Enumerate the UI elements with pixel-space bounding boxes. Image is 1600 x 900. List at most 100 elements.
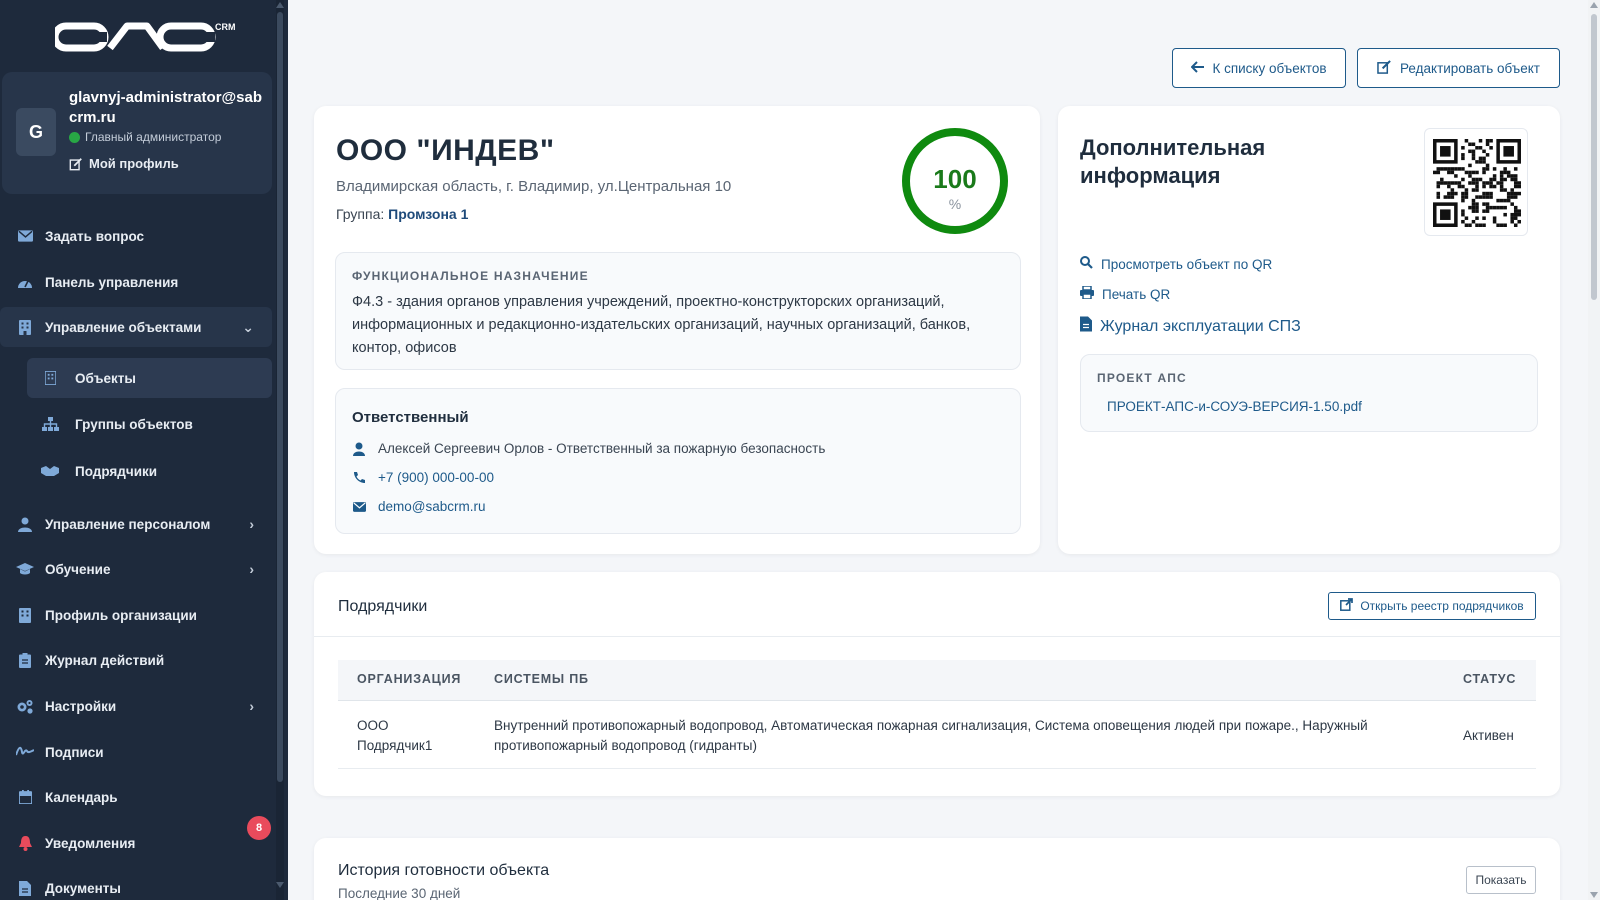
cogs-icon xyxy=(14,699,36,714)
chevron-down-icon: ⌄ xyxy=(242,318,254,335)
arrow-left-icon xyxy=(1191,60,1205,76)
user-card: G glavnyj-administrator@sabcrm.ru Главны… xyxy=(2,72,272,194)
scrollbar-thumb[interactable] xyxy=(277,12,283,782)
column-header-status[interactable]: СТАТУС xyxy=(1463,672,1516,686)
print-icon xyxy=(1080,285,1094,302)
nav-label: Профиль организации xyxy=(45,607,197,623)
calendar-icon xyxy=(14,790,36,804)
nav-ask-question[interactable]: Задать вопрос xyxy=(0,216,272,256)
nav-label: Панель управления xyxy=(45,274,179,290)
nav-label: Управление персоналом xyxy=(45,516,211,532)
project-aps-box: Проект АПС ПРОЕКТ-АПС-и-СОУЭ-ВЕРСИЯ-1.50… xyxy=(1080,354,1538,432)
nav-objects[interactable]: Объекты xyxy=(27,358,272,398)
responsible-email-link[interactable]: demo@sabcrm.ru xyxy=(378,499,486,514)
building-icon xyxy=(14,319,36,335)
envelope-icon xyxy=(352,501,366,512)
open-contractors-registry-button[interactable]: Открыть реестр подрядчиков xyxy=(1328,592,1536,620)
print-qr-label: Печать QR xyxy=(1102,286,1171,302)
nav-staff-management[interactable]: Управление персоналом › xyxy=(0,504,272,544)
additional-info-title: Дополнительная информация xyxy=(1080,135,1266,188)
functional-purpose-box: Функциональное назначение Ф4.3 - здания … xyxy=(335,252,1021,370)
readiness-progress-ring: 100 % xyxy=(900,126,1010,236)
edit-object-label: Редактировать объект xyxy=(1400,60,1540,76)
contractor-status: Активен xyxy=(1463,728,1514,743)
additional-info-card: Дополнительная информация Просмотреть об… xyxy=(1058,106,1560,554)
page-scrollbar[interactable] xyxy=(1588,0,1600,900)
history-title: История готовности объекта xyxy=(338,862,550,879)
divider xyxy=(338,700,1536,701)
nav-object-groups[interactable]: Группы объектов xyxy=(27,404,272,444)
project-file-link[interactable]: ПРОЕКТ-АПС-и-СОУЭ-ВЕРСИЯ-1.50.pdf xyxy=(1107,399,1362,414)
edit-icon xyxy=(69,157,82,170)
nav-settings[interactable]: Настройки › xyxy=(0,686,272,726)
qr-code[interactable] xyxy=(1424,128,1528,236)
nav-documents[interactable]: Документы xyxy=(0,868,272,900)
responsible-title: Ответственный xyxy=(352,409,469,426)
nav-label: Задать вопрос xyxy=(45,228,145,244)
app-logo[interactable]: CRM xyxy=(55,18,245,58)
signature-icon xyxy=(14,746,36,758)
gauge-icon xyxy=(14,276,36,289)
building-icon xyxy=(14,607,36,623)
my-profile-link[interactable]: Мой профиль xyxy=(69,156,179,171)
external-link-icon xyxy=(1340,598,1354,614)
nav-training[interactable]: Обучение › xyxy=(0,549,272,589)
readiness-unit: % xyxy=(948,196,962,212)
group-label: Группа: xyxy=(336,206,385,222)
responsible-box: Ответственный Алексей Сергеевич Орлов - … xyxy=(335,388,1021,534)
view-by-qr-label: Просмотреть объект по QR xyxy=(1101,256,1273,272)
file-icon xyxy=(14,880,36,896)
chevron-right-icon: › xyxy=(249,516,254,532)
building-icon xyxy=(39,371,61,385)
history-subtitle: Последние 30 дней xyxy=(338,886,461,900)
scroll-down-arrow-icon[interactable] xyxy=(276,882,284,888)
responsible-phone-link[interactable]: +7 (900) 000-00-00 xyxy=(378,470,494,485)
nav-signatures[interactable]: Подписи xyxy=(0,732,272,772)
edit-object-button[interactable]: Редактировать объект xyxy=(1357,48,1560,88)
print-qr-link[interactable]: Печать QR xyxy=(1080,285,1171,302)
nav-label: Подписи xyxy=(45,744,104,760)
column-header-systems[interactable]: СИСТЕМЫ ПБ xyxy=(494,672,589,686)
divider xyxy=(314,636,1560,637)
online-status-icon xyxy=(69,131,80,143)
sidebar-scrollbar[interactable] xyxy=(276,0,284,900)
nav-label: Подрядчики xyxy=(75,463,158,479)
edit-icon xyxy=(1377,59,1392,77)
responsible-person-row: Алексей Сергеевич Орлов - Ответственный … xyxy=(352,441,825,456)
nav-label: Обучение xyxy=(45,561,111,577)
nav-label: Документы xyxy=(45,880,121,896)
nav-objects-management[interactable]: Управление объектами ⌄ xyxy=(0,307,272,347)
contractor-org-link[interactable]: ООО Подрядчик1 xyxy=(357,716,457,756)
scroll-up-arrow-icon[interactable] xyxy=(276,2,284,8)
user-tie-icon xyxy=(14,517,36,532)
graduation-cap-icon xyxy=(14,562,36,576)
nav-label: Управление объектами xyxy=(45,319,202,335)
nav-action-journal[interactable]: Журнал действий xyxy=(0,640,272,680)
nav-calendar[interactable]: Календарь xyxy=(0,777,272,817)
scrollbar-thumb[interactable] xyxy=(1591,14,1597,300)
scroll-down-arrow-icon[interactable] xyxy=(1590,892,1598,898)
user-role-label: Главный администратор xyxy=(85,130,222,144)
show-history-button[interactable]: Показать xyxy=(1466,866,1536,894)
responsible-phone-row: +7 (900) 000-00-00 xyxy=(352,470,494,485)
my-profile-label: Мой профиль xyxy=(89,156,179,171)
bell-icon xyxy=(14,835,36,851)
functional-purpose-text: Ф4.3 - здания органов управления учрежде… xyxy=(352,294,971,356)
avatar[interactable]: G xyxy=(16,108,56,156)
back-to-list-label: К списку объектов xyxy=(1212,60,1327,76)
nav-dashboard[interactable]: Панель управления xyxy=(0,262,272,302)
nav-org-profile[interactable]: Профиль организации xyxy=(0,595,272,635)
column-header-organization[interactable]: ОРГАНИЗАЦИЯ xyxy=(357,672,461,686)
object-card: ООО "ИНДЕВ" Владимирская область, г. Вла… xyxy=(314,106,1040,554)
operation-journal-link[interactable]: Журнал эксплуатации СПЗ xyxy=(1080,316,1301,337)
divider xyxy=(338,768,1536,769)
nav-notifications[interactable]: Уведомления xyxy=(0,823,272,863)
contractor-systems: Внутренний противопожарный водопровод, А… xyxy=(494,718,1368,753)
scroll-up-arrow-icon[interactable] xyxy=(1590,2,1598,8)
nav-label: Журнал действий xyxy=(45,652,165,668)
group-value[interactable]: Промзона 1 xyxy=(388,206,468,222)
view-by-qr-link[interactable]: Просмотреть объект по QR xyxy=(1080,256,1272,272)
object-title: ООО "ИНДЕВ" xyxy=(336,134,555,167)
nav-contractors[interactable]: Подрядчики xyxy=(27,451,272,491)
back-to-list-button[interactable]: К списку объектов xyxy=(1172,48,1346,88)
